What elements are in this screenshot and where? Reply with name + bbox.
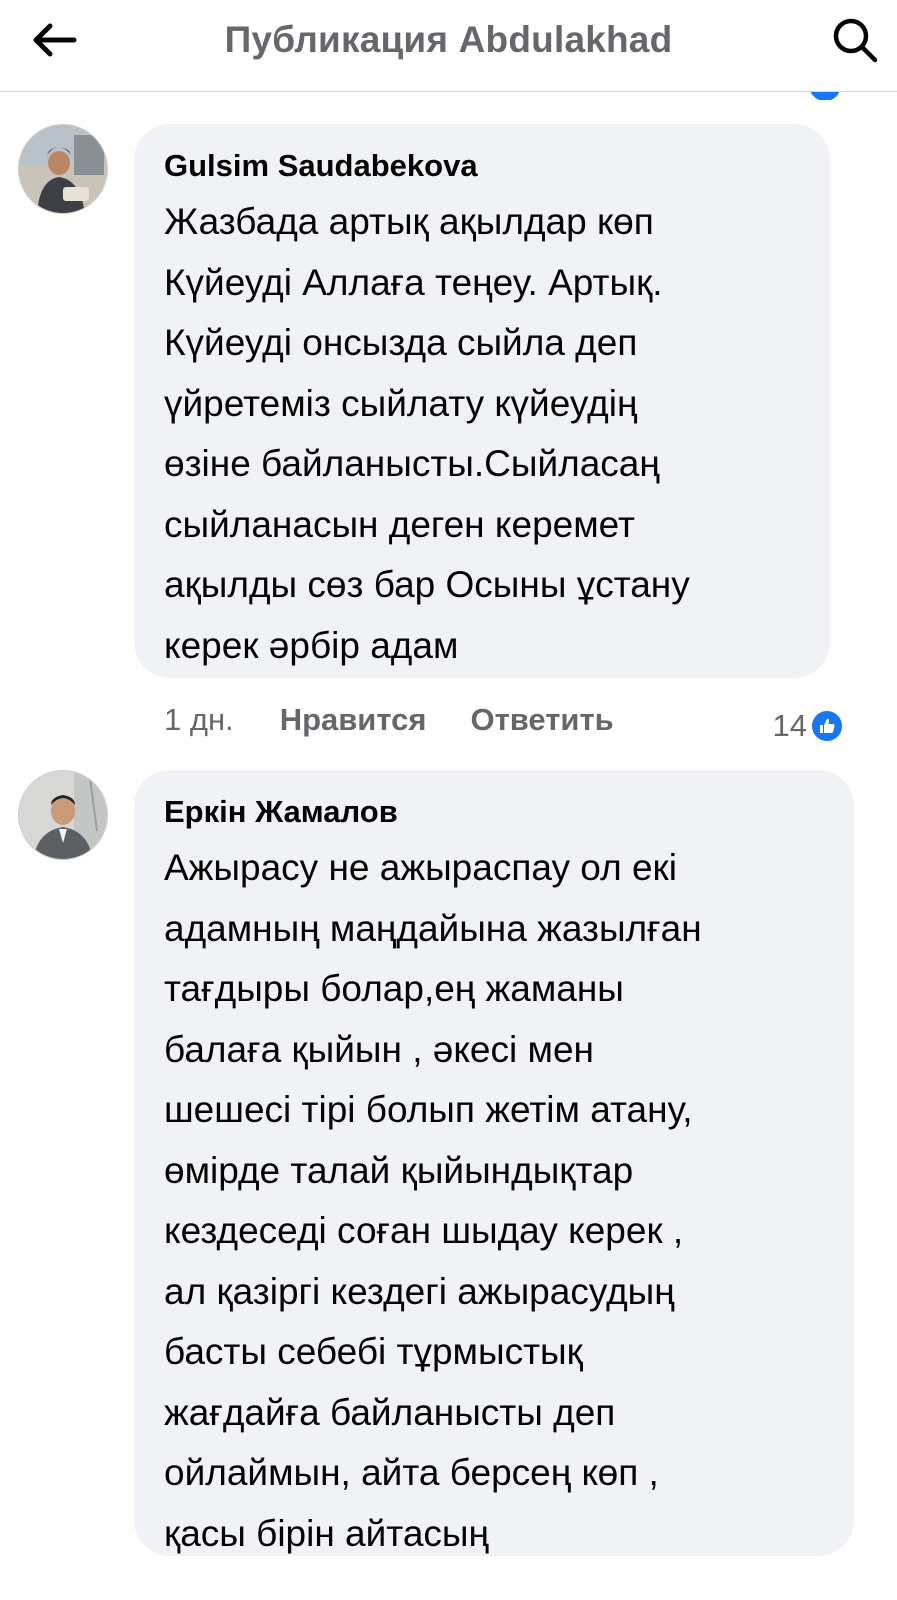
comment-text-line: ақылды сөз бар Осыны ұстану (164, 564, 690, 605)
comment-text-line: адамның маңдайына жазылған (164, 907, 702, 949)
comment-text-line: басты себебі тұрмыстық (164, 1331, 583, 1372)
arrow-left-icon (33, 23, 77, 57)
comment-text-line: Күйеуді Аллаға теңеу. Артық. (164, 261, 663, 303)
page-title: Публикация Abdulakhad (224, 19, 673, 60)
like-icon (809, 708, 845, 744)
comment-text-line: ал қазіргі кездегі ажырасудың (164, 1270, 675, 1312)
reaction-summary[interactable]: 14 (773, 701, 845, 751)
comment-text-line: керек әрбір адам (164, 624, 459, 666)
comment-actions: 1 дн. Нравится Ответить (164, 695, 658, 745)
user-avatar[interactable] (18, 770, 108, 860)
comment-bubble[interactable]: Еркін Жамалов Ажырасу не ажыраспау ол ек… (134, 770, 854, 1556)
comment-text-line: Жазбада артық ақылдар көп (164, 201, 654, 242)
back-button[interactable] (22, 14, 86, 66)
comment-bubble[interactable]: Gulsim Saudabekova Жазбада артық ақылдар… (134, 124, 830, 678)
user-avatar[interactable] (18, 124, 108, 214)
comment-text-line: сыйланасын деген керемет (164, 503, 635, 545)
comment-author[interactable]: Gulsim Saudabekova (164, 146, 800, 186)
comment-text-line: өмірде талай қыйындықтар (164, 1149, 634, 1191)
comment-text-line: жағдайға байланысты деп (164, 1391, 616, 1433)
top-app-bar: Публикация Abdulakhad (0, 0, 897, 92)
comment-text-line: өзіне байланысты.Сыйласаң (164, 443, 660, 484)
comment-text-line: балаға қыйын , әкесі мен (164, 1028, 594, 1070)
comment-text-line: ойлаймын, айта берсең көп , (164, 1452, 659, 1493)
like-button[interactable]: Нравится (280, 702, 427, 738)
reply-button[interactable]: Ответить (470, 702, 613, 738)
comment-text-line: кездеседі соған шыдау керек , (164, 1210, 684, 1251)
comment-timestamp[interactable]: 1 дн. (164, 702, 234, 738)
comment-text-line: Күйеуді онсызда сыйла деп (164, 322, 638, 363)
comment-author[interactable]: Еркін Жамалов (164, 792, 824, 832)
avatar-photo (19, 771, 107, 859)
comment-text-line: тағдыры болар,ең жаманы (164, 968, 624, 1009)
comment-text-line: үйретеміз сыйлату күйеудің (164, 382, 638, 424)
search-icon (833, 18, 878, 63)
avatar-photo (19, 125, 107, 213)
comment-text-line: қасы бірін айтасың (164, 1512, 489, 1554)
search-button[interactable] (823, 8, 887, 72)
comment-text-line: Ажырасу не ажыраспау ол екі (164, 847, 677, 888)
comment-text-line: шешесі тірі болып жетім атану, (164, 1089, 693, 1130)
reaction-count: 14 (772, 708, 807, 743)
